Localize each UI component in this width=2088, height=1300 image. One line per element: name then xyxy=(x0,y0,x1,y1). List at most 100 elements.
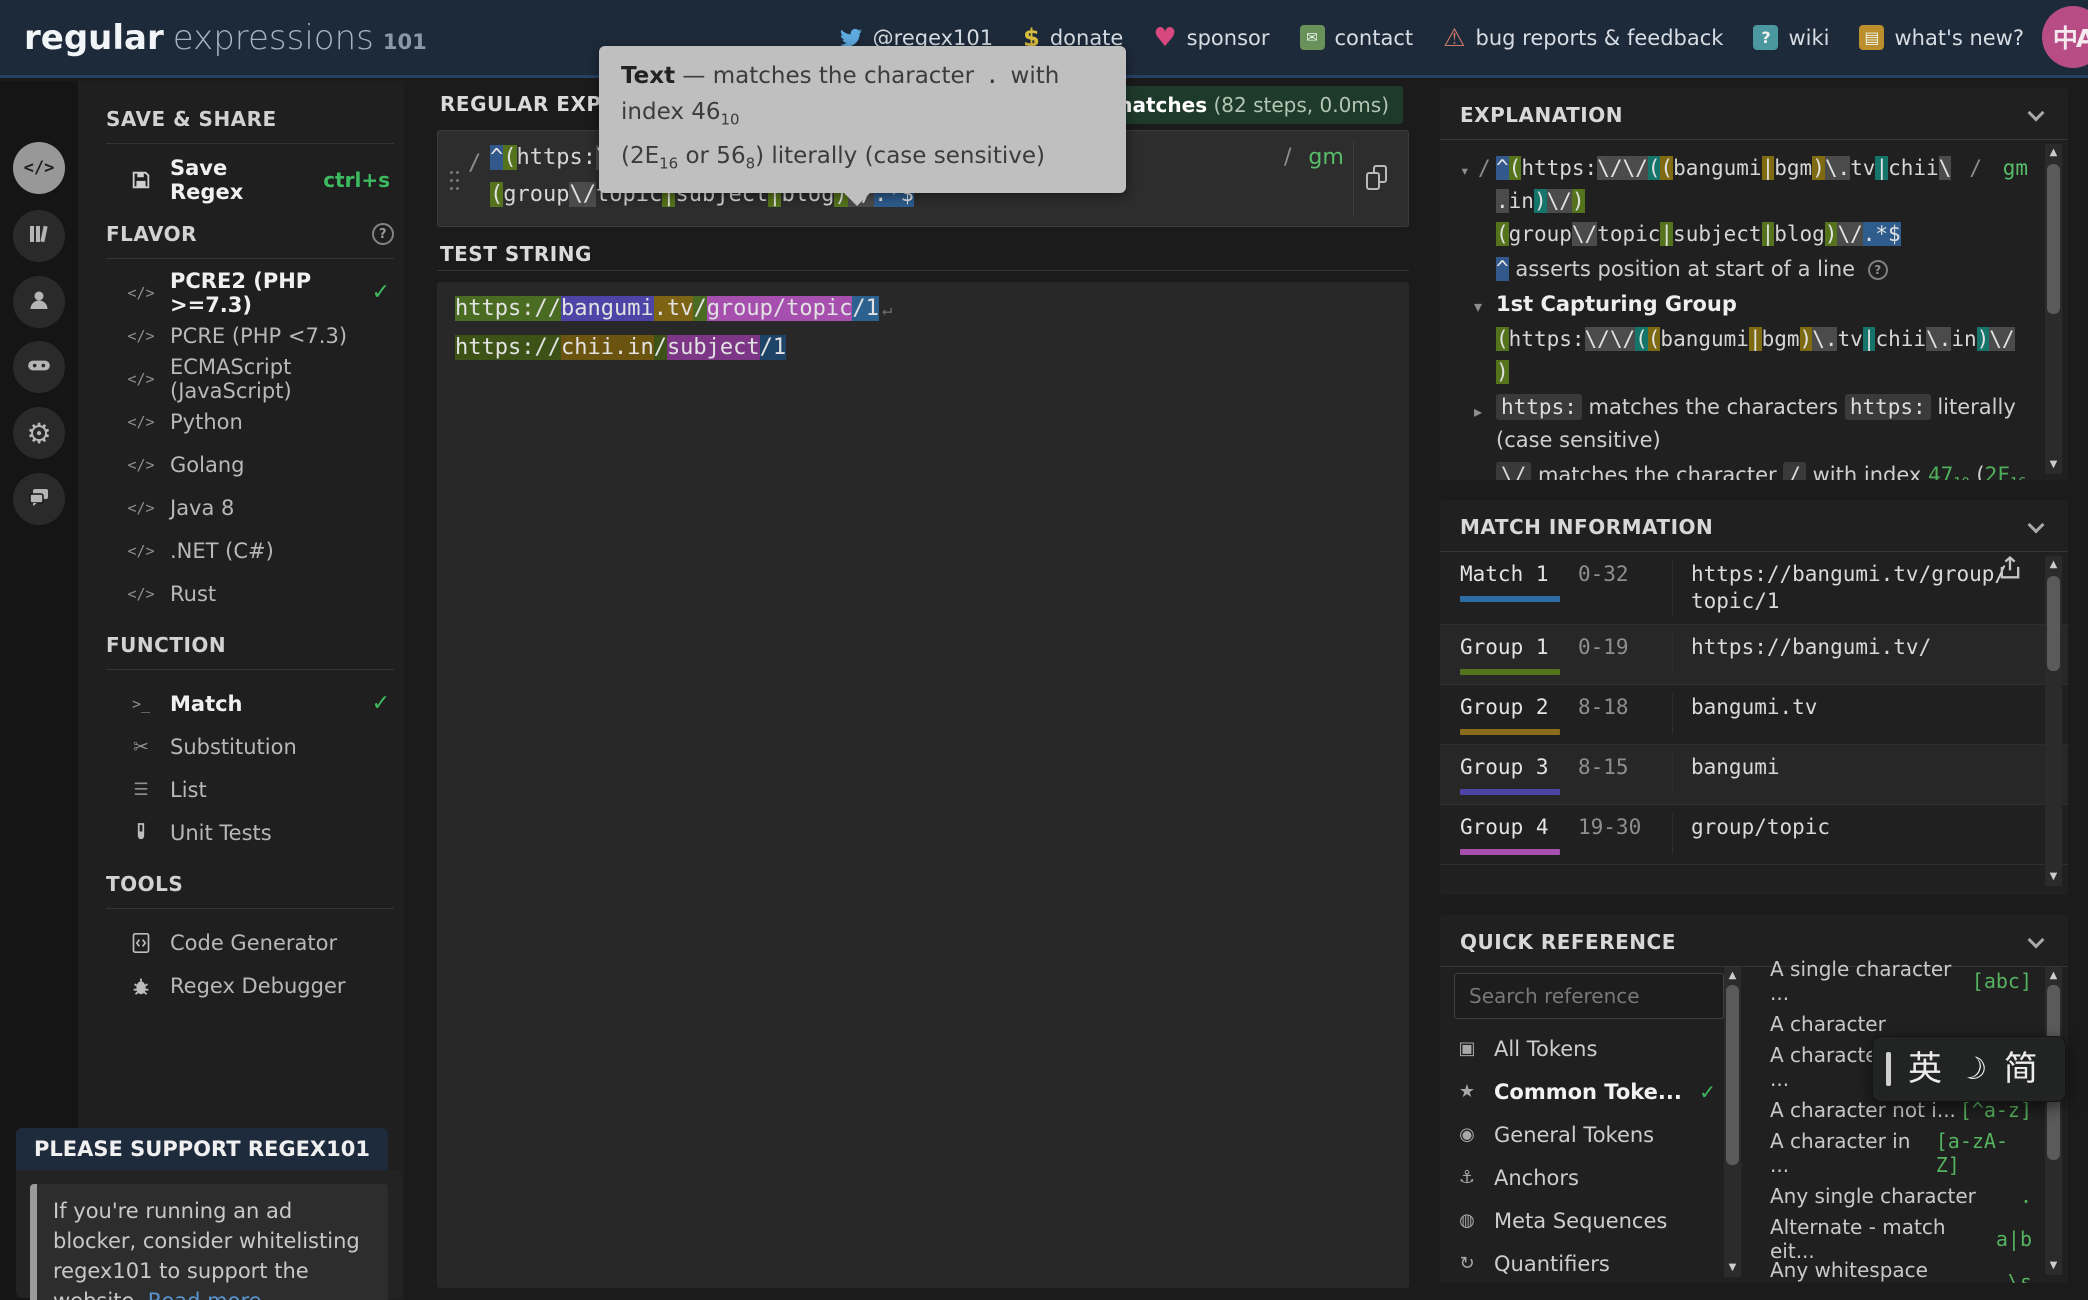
flavor-help-icon[interactable]: ? xyxy=(372,223,394,245)
entries-scrollbar[interactable]: ▲ ▼ xyxy=(2045,967,2062,1275)
search-reference-input[interactable] xyxy=(1454,973,1724,1019)
category-general-tokens[interactable]: ◉ General Tokens xyxy=(1454,1113,1716,1156)
flavor-item-golang[interactable]: </> Golang xyxy=(106,443,394,486)
token: tv xyxy=(1837,327,1862,351)
scroll-up-icon[interactable]: ▲ xyxy=(2045,146,2062,160)
match-row[interactable]: Group 4 19-30 group/topic xyxy=(1440,805,2068,865)
flavor-label: Java 8 xyxy=(170,496,234,520)
code-icon: </> xyxy=(128,284,154,302)
token: ( xyxy=(1648,327,1661,351)
function-label: List xyxy=(170,778,207,802)
code-icon: </> xyxy=(24,158,55,178)
scroll-down-icon[interactable]: ▼ xyxy=(2045,870,2062,884)
sponsor-link[interactable]: ♥ sponsor xyxy=(1153,23,1269,53)
tools-item-regex-debugger[interactable]: Regex Debugger xyxy=(106,964,394,1007)
chevron-down-icon[interactable] xyxy=(2028,105,2045,122)
moon-icon[interactable]: ☽ xyxy=(1955,1050,1992,1089)
drag-handle-icon[interactable] xyxy=(450,171,459,191)
logo-part1: regular xyxy=(24,18,164,58)
whats-new-link[interactable]: ▤ what's new? xyxy=(1859,25,2024,50)
flavor-item-pcre2[interactable]: </> PCRE2 (PHP >=7.3) ✓ xyxy=(106,271,394,314)
save-regex-button[interactable]: Save Regex ctrl+s xyxy=(106,156,394,204)
explanation-regex-row[interactable]: ▾ / ^(https:\/\/((bangumi|bgm)\.tv|chii\… xyxy=(1460,152,2028,251)
categories-scrollbar[interactable]: ▲ ▼ xyxy=(1724,967,1741,1277)
bug-reports-link[interactable]: ⚠ bug reports & feedback xyxy=(1443,23,1723,52)
flavor-item-python[interactable]: </> Python xyxy=(106,400,394,443)
regex-flags[interactable]: / gm xyxy=(1284,139,1344,176)
reference-entry[interactable]: Any single character . xyxy=(1770,1174,2032,1217)
collapse-caret-icon[interactable]: ▾ xyxy=(1474,290,1482,323)
flavor-label: PCRE2 (PHP >=7.3) xyxy=(170,269,356,317)
category-anchors[interactable]: ⚓ Anchors xyxy=(1454,1156,1716,1199)
expand-caret-icon[interactable]: ▸ xyxy=(1474,395,1482,428)
rail-regex-quiz-button[interactable] xyxy=(13,341,65,393)
flavor-item-ecmascript[interactable]: </> ECMAScript (JavaScript) xyxy=(106,357,394,400)
token: / xyxy=(1783,462,1806,480)
token: \. xyxy=(1825,156,1850,180)
reference-entry[interactable]: A single character ... [abc] xyxy=(1770,959,2032,1002)
help-circle-icon[interactable]: ? xyxy=(1868,260,1888,280)
support-toast-title: PLEASE SUPPORT REGEX101 xyxy=(16,1128,388,1170)
explanation-anchor-row[interactable]: ^ asserts position at start of a line ? xyxy=(1460,253,2028,286)
rail-settings-button[interactable]: ⚙ xyxy=(13,407,65,459)
match-row[interactable]: Match 1 0-32 https://bangumi.tv/group/to… xyxy=(1440,552,2068,625)
category-common-tokens[interactable]: ★ Common Toke... ✓ xyxy=(1454,1070,1716,1113)
chevron-down-icon[interactable] xyxy=(2028,517,2045,534)
function-item-list[interactable]: ☰ List xyxy=(106,768,394,811)
collapse-caret-icon[interactable]: ▾ xyxy=(1460,154,1470,187)
category-meta-sequences[interactable]: ◍ Meta Sequences xyxy=(1454,1199,1716,1242)
explanation-scrollbar[interactable]: ▲ ▼ xyxy=(2045,144,2062,474)
flavor-item-pcre[interactable]: </> PCRE (PHP <7.3) xyxy=(106,314,394,357)
match-info-scrollbar[interactable]: ▲ ▼ xyxy=(2045,556,2062,886)
explanation-group-title-row[interactable]: ▾ 1st Capturing Group xyxy=(1460,288,2028,321)
tool-label: Regex Debugger xyxy=(170,974,346,998)
explanation-slash-row[interactable]: \/ matches the character / with index 47… xyxy=(1460,459,2028,480)
flavor-item-rust[interactable]: </> Rust xyxy=(106,572,394,615)
export-matches-icon[interactable] xyxy=(1996,554,2024,586)
tools-item-code-generator[interactable]: Code Generator xyxy=(106,921,394,964)
rail-regex-editor-button[interactable]: </> xyxy=(13,142,65,194)
copy-icon[interactable] xyxy=(1366,165,1390,193)
scroll-down-icon[interactable]: ▼ xyxy=(2045,458,2062,472)
match-row[interactable]: Group 2 8-18 bangumi.tv xyxy=(1440,685,2068,745)
reference-entry[interactable]: Any whitespace chara... \s xyxy=(1770,1260,2032,1283)
ime-simplified-char[interactable]: 简 xyxy=(2004,1052,2038,1086)
scrollbar-thumb[interactable] xyxy=(1726,985,1739,1165)
match-row[interactable]: Group 1 0-19 https://bangumi.tv/ xyxy=(1440,625,2068,685)
rail-account-button[interactable] xyxy=(13,276,65,328)
wiki-link[interactable]: ? wiki xyxy=(1753,25,1829,50)
token: ^ xyxy=(1496,257,1509,281)
ime-english-char[interactable]: 英 xyxy=(1908,1052,1942,1086)
match-row[interactable]: Group 3 8-15 bangumi xyxy=(1440,745,2068,805)
reference-entry[interactable]: Alternate - match eit... a|b xyxy=(1770,1217,2032,1260)
read-more-link[interactable]: Read more. xyxy=(148,1289,269,1300)
token: | xyxy=(1660,222,1673,246)
token: ( xyxy=(1660,156,1673,180)
reference-entry[interactable]: A character in ... [a-zA-Z] xyxy=(1770,1131,2032,1174)
explanation-https-row[interactable]: ▸ https: matches the characters https: l… xyxy=(1460,391,2028,457)
scroll-up-icon[interactable]: ▲ xyxy=(1724,969,1741,983)
wiki-label: wiki xyxy=(1788,26,1829,50)
flavor-item-dotnet[interactable]: </> .NET (C#) xyxy=(106,529,394,572)
code-icon: </> xyxy=(128,456,154,474)
function-header: FUNCTION xyxy=(106,633,394,670)
flavor-item-java8[interactable]: </> Java 8 xyxy=(106,486,394,529)
category-all-tokens[interactable]: ▣ All Tokens xyxy=(1454,1027,1716,1070)
scrollbar-thumb[interactable] xyxy=(2047,164,2060,314)
app-logo[interactable]: regular expressions 101 xyxy=(24,18,427,58)
contact-link[interactable]: ✉ contact xyxy=(1300,25,1414,50)
function-item-substitution[interactable]: ✂ Substitution xyxy=(106,725,394,768)
scroll-up-icon[interactable]: ▲ xyxy=(2045,969,2062,983)
rail-library-button[interactable] xyxy=(13,210,65,262)
test-string-editor[interactable]: https://bangumi.tv/group/topic/1↵ https:… xyxy=(437,282,1409,1288)
function-item-match[interactable]: >_ Match ✓ xyxy=(106,682,394,725)
scroll-down-icon[interactable]: ▼ xyxy=(2045,1259,2062,1273)
rail-feedback-button[interactable] xyxy=(13,473,65,525)
chevron-down-icon[interactable] xyxy=(2028,932,2045,949)
category-quantifiers[interactable]: ↻ Quantifiers xyxy=(1454,1242,1716,1283)
scroll-down-icon[interactable]: ▼ xyxy=(1724,1261,1741,1275)
function-item-unit-tests[interactable]: Unit Tests xyxy=(106,811,394,854)
token: in xyxy=(1509,189,1534,213)
scrollbar-thumb[interactable] xyxy=(2047,576,2060,671)
scroll-up-icon[interactable]: ▲ xyxy=(2045,558,2062,572)
